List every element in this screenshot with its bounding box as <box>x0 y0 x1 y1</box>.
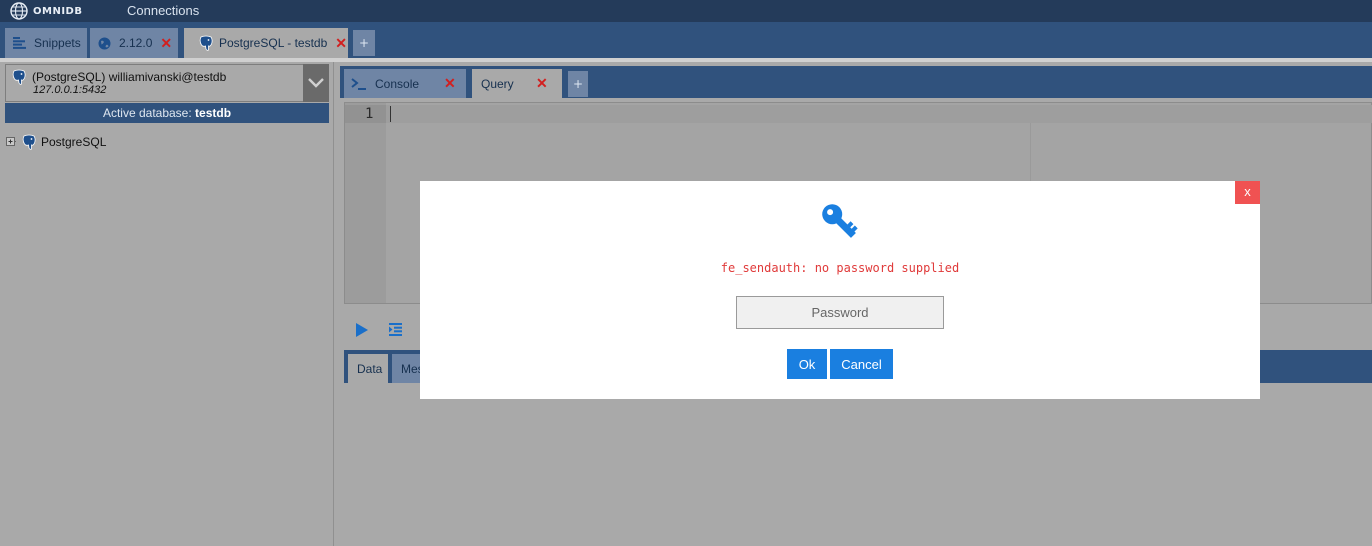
password-input[interactable] <box>736 296 944 329</box>
brand-name: OMNIDB <box>33 5 83 17</box>
tab-data[interactable]: Data <box>348 354 388 383</box>
active-database-bar: Active database: testdb <box>5 103 329 123</box>
connection-dropdown-button[interactable] <box>303 64 329 102</box>
tab-label: 2.12.0 <box>119 36 153 50</box>
main-tab-bar: Snippets 2.12.0 ✕ PostgreSQL - testdb ✕ <box>0 22 1372 58</box>
connection-title: (PostgreSQL) williamivanski@testdb <box>32 70 227 84</box>
active-db-prefix: Active database: <box>102 106 192 120</box>
tab-query[interactable]: Query ✕ <box>472 69 562 98</box>
line-number: 1 <box>365 106 374 122</box>
tab-console[interactable]: Console ✕ <box>344 69 466 98</box>
chevron-down-icon <box>308 78 324 88</box>
tab-server-version[interactable]: 2.12.0 ✕ <box>90 28 178 58</box>
omnidb-globe-icon <box>10 2 28 20</box>
console-icon <box>351 77 366 90</box>
close-icon[interactable]: ✕ <box>536 75 548 92</box>
text-cursor <box>390 106 391 122</box>
connection-host: 127.0.0.1:5432 <box>33 84 107 96</box>
editor-gutter <box>345 103 386 303</box>
error-message: fe_sendauth: no password supplied <box>720 261 960 275</box>
connections-menu[interactable]: Connections <box>127 3 199 18</box>
postgresql-elephant-icon <box>12 69 26 85</box>
connection-panel: (PostgreSQL) williamivanski@testdb 127.0… <box>0 62 334 546</box>
add-tab-button[interactable]: + <box>353 30 375 56</box>
tree-node-label: PostgreSQL <box>41 135 107 149</box>
tab-label: Snippets <box>34 36 81 50</box>
tab-label: Console <box>375 76 420 91</box>
password-dialog: x fe_sendauth: no password supplied Ok C… <box>420 181 1260 399</box>
postgresql-elephant-icon <box>199 35 213 51</box>
add-query-tab-button[interactable]: + <box>568 71 588 97</box>
indent-icon[interactable] <box>389 323 403 336</box>
tab-label: Query <box>481 76 514 91</box>
snippets-icon <box>13 37 26 49</box>
cancel-button[interactable]: Cancel <box>830 349 893 379</box>
globe-icon <box>98 37 111 49</box>
tab-label: PostgreSQL - testdb <box>219 36 328 50</box>
active-line-highlight <box>386 105 1372 123</box>
omnidb-logo[interactable]: OMNIDB <box>10 2 82 20</box>
expand-icon[interactable] <box>6 136 17 148</box>
top-bar: OMNIDB Connections <box>0 0 1372 22</box>
run-icon[interactable] <box>355 323 369 337</box>
close-icon[interactable]: ✕ <box>335 35 347 52</box>
tree-node-postgresql[interactable]: PostgreSQL <box>6 134 106 150</box>
active-db-name: testdb <box>195 106 232 120</box>
key-icon <box>822 204 858 238</box>
close-icon[interactable]: ✕ <box>444 75 456 92</box>
tab-label: Data <box>357 361 383 376</box>
postgresql-elephant-icon <box>22 134 36 150</box>
connection-selector[interactable]: (PostgreSQL) williamivanski@testdb 127.0… <box>5 64 329 102</box>
ok-button[interactable]: Ok <box>787 349 827 379</box>
inner-tab-bar: Console ✕ Query ✕ + <box>340 66 1372 98</box>
close-icon[interactable]: ✕ <box>160 35 172 52</box>
close-dialog-button[interactable]: x <box>1235 181 1260 204</box>
tab-postgresql-testdb[interactable]: PostgreSQL - testdb ✕ <box>184 28 348 58</box>
tab-snippets[interactable]: Snippets <box>5 28 87 58</box>
